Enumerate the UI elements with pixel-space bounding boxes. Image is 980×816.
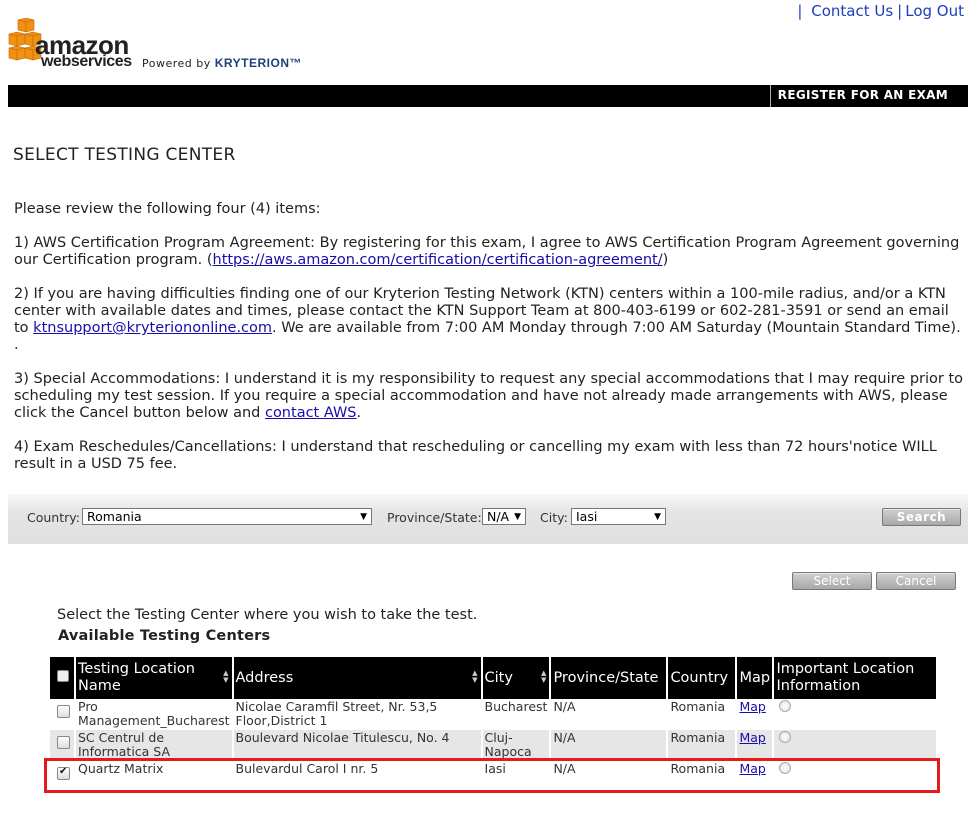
- table-header-row: Testing Location Name ▲ ▼ Address ▲ ▼ City ▲ ▼…: [50, 657, 936, 699]
- province-select[interactable]: N/A ▼: [482, 508, 526, 525]
- search-button[interactable]: Search: [882, 508, 961, 526]
- header-country-label: Country: [670, 669, 729, 686]
- map-link[interactable]: Map: [739, 730, 765, 745]
- header-province-label: Province/State: [553, 669, 659, 686]
- review-item-1: 1) AWS Certification Program Agreement: …: [14, 235, 966, 269]
- location-name: Pro Management_Bucharest: [78, 700, 230, 728]
- row-select-cell[interactable]: [50, 730, 76, 761]
- header-select-all[interactable]: [50, 657, 76, 699]
- info-icon[interactable]: [779, 700, 792, 712]
- item1-end: ): [662, 252, 669, 268]
- city: Bucharest: [484, 700, 548, 714]
- city-cell: Cluj-Napoca: [481, 730, 552, 761]
- country-cell: Romania: [667, 730, 738, 761]
- logo-webservices-text: webservices: [41, 53, 132, 70]
- country-value: Romania: [87, 509, 142, 524]
- header-info-label: Important Location Information: [776, 661, 915, 694]
- contact-aws-link[interactable]: contact AWS: [265, 405, 357, 421]
- header-location-name[interactable]: Testing Location Name ▲ ▼: [75, 657, 234, 699]
- item3-text: 3) Special Accommodations: I understand …: [14, 371, 964, 421]
- country-cell: Romania: [667, 699, 738, 730]
- location-name-cell: Pro Management_Bucharest: [75, 699, 234, 730]
- sort-icon: ▲ ▼: [541, 669, 547, 684]
- review-item-3: 3) Special Accommodations: I understand …: [14, 371, 966, 422]
- item3-end: .: [356, 405, 362, 421]
- header-province[interactable]: Province/State: [550, 657, 669, 699]
- location-name-cell: SC Centrul de Informatica SA: [75, 730, 234, 761]
- country-select[interactable]: Romania ▼: [82, 508, 372, 525]
- address-cell: Nicolae Caramfil Street, Nr. 53,5 Floor,…: [232, 699, 483, 730]
- page-title: SELECT TESTING CENTER: [13, 145, 236, 165]
- available-centers-heading: Available Testing Centers: [58, 628, 271, 644]
- address-cell: Boulevard Nicolae Titulescu, No. 4: [232, 730, 483, 761]
- selected-row-highlight: [44, 758, 940, 793]
- header-city-label: City: [484, 669, 513, 686]
- chevron-down-icon: ▼: [654, 512, 661, 522]
- powered-by: Powered by KRYTERION™: [142, 56, 302, 70]
- select-instruction: Select the Testing Center where you wish…: [57, 607, 478, 623]
- register-for-exam-tab[interactable]: REGISTER FOR AN EXAM: [769, 85, 968, 107]
- chevron-down-icon: ▼: [360, 512, 367, 522]
- info-cell: [773, 699, 936, 730]
- header-city[interactable]: City ▲ ▼: [481, 657, 552, 699]
- row-checkbox[interactable]: [57, 736, 70, 749]
- powered-by-label: Powered by: [142, 57, 211, 70]
- header-map-label: Map: [739, 669, 771, 686]
- address: Nicolae Caramfil Street, Nr. 53,5 Floor,…: [235, 700, 438, 728]
- certification-agreement-link[interactable]: https://aws.amazon.com/certification/cer…: [213, 252, 663, 268]
- city-label: City:: [540, 510, 568, 525]
- review-item-2: 2) If you are having difficulties findin…: [14, 286, 966, 354]
- table-row[interactable]: SC Centrul de Informatica SA Boulevard N…: [50, 730, 936, 761]
- chevron-down-icon: ▼: [514, 512, 521, 522]
- top-separator: |: [797, 2, 803, 20]
- map-cell: Map: [736, 699, 775, 730]
- info-cell: [773, 730, 936, 761]
- header-address-label: Address: [235, 669, 294, 686]
- sort-icon: ▲ ▼: [223, 669, 229, 684]
- location-name: SC Centrul de Informatica SA: [78, 731, 171, 759]
- log-out-link[interactable]: Log Out: [905, 2, 964, 20]
- top-links: | Contact Us | Log Out: [797, 2, 964, 20]
- city-value: Iasi: [576, 509, 598, 524]
- kryterion-logo-text: KRYTERION™: [214, 56, 302, 70]
- review-item-4: 4) Exam Reschedules/Cancellations: I und…: [14, 439, 937, 472]
- city-select[interactable]: Iasi ▼: [571, 508, 666, 525]
- header-country[interactable]: Country: [667, 657, 738, 699]
- province-cell: N/A: [550, 730, 669, 761]
- province-cell: N/A: [550, 699, 669, 730]
- select-all-checkbox[interactable]: [57, 669, 69, 682]
- city-cell: Bucharest: [481, 699, 552, 730]
- header-map: Map: [736, 657, 775, 699]
- country-label: Country:: [27, 510, 80, 525]
- aws-logo: amazon webservices Powered by KRYTERION™: [8, 18, 308, 76]
- header-address[interactable]: Address ▲ ▼: [232, 657, 483, 699]
- review-lead: Please review the following four (4) ite…: [14, 201, 321, 217]
- row-select-cell[interactable]: [50, 699, 76, 730]
- cancel-button[interactable]: Cancel: [876, 572, 956, 590]
- table-row[interactable]: Pro Management_Bucharest Nicolae Caramfi…: [50, 699, 936, 730]
- contact-us-link[interactable]: Contact Us: [811, 2, 893, 20]
- header-location-name-label: Testing Location Name: [78, 661, 195, 694]
- map-cell: Map: [736, 730, 775, 761]
- sort-icon: ▲ ▼: [472, 669, 478, 684]
- province-value: N/A: [487, 509, 510, 524]
- top-divider: |: [897, 2, 903, 20]
- select-button[interactable]: Select: [792, 572, 872, 590]
- city: Cluj-Napoca: [484, 731, 532, 759]
- support-email-link[interactable]: ktnsupport@kryteriononline.com: [33, 320, 272, 336]
- map-link[interactable]: Map: [739, 699, 765, 714]
- header-important-info: Important Location Information: [773, 657, 936, 699]
- address: Boulevard Nicolae Titulescu, No. 4: [235, 731, 450, 745]
- nav-bar: REGISTER FOR AN EXAM: [8, 85, 968, 107]
- review-items: Please review the following four (4) ite…: [14, 201, 966, 490]
- search-filter-bar: Country: Romania ▼ Province/State: N/A ▼ C…: [8, 494, 968, 544]
- row-checkbox[interactable]: [57, 705, 70, 718]
- info-icon[interactable]: [779, 731, 792, 743]
- province-label: Province/State:: [387, 510, 482, 525]
